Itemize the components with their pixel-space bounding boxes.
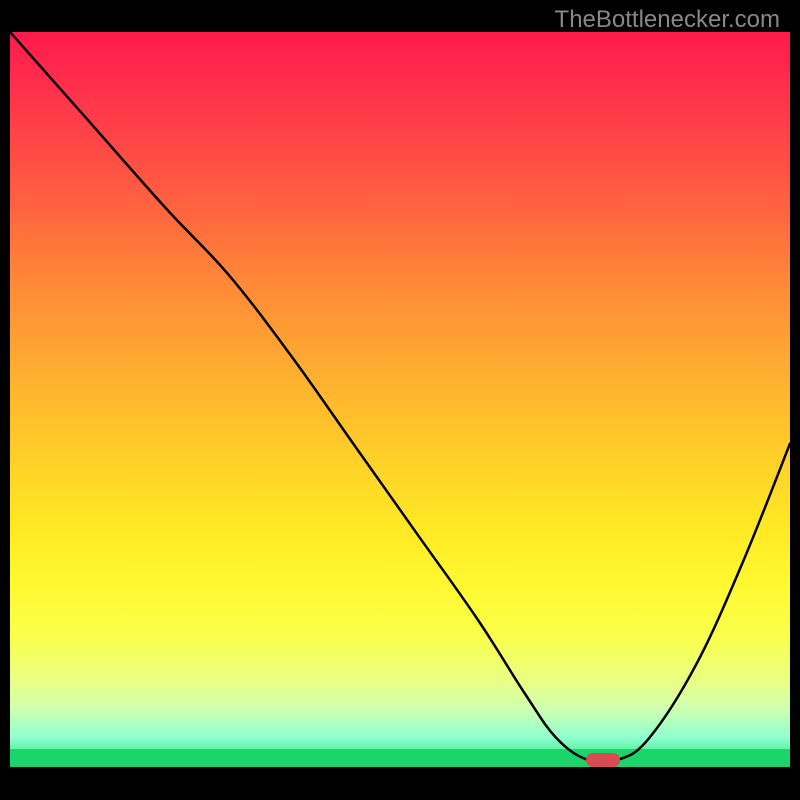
chart-container: TheBottlenecker.com <box>0 0 800 800</box>
curve-layer <box>10 32 790 767</box>
watermark-text: TheBottlenecker.com <box>555 6 780 34</box>
plot-area <box>10 32 790 767</box>
optimal-point-marker <box>586 753 620 767</box>
x-axis-line <box>10 767 790 769</box>
plot-frame <box>10 32 790 790</box>
bottleneck-curve-line <box>10 32 790 763</box>
